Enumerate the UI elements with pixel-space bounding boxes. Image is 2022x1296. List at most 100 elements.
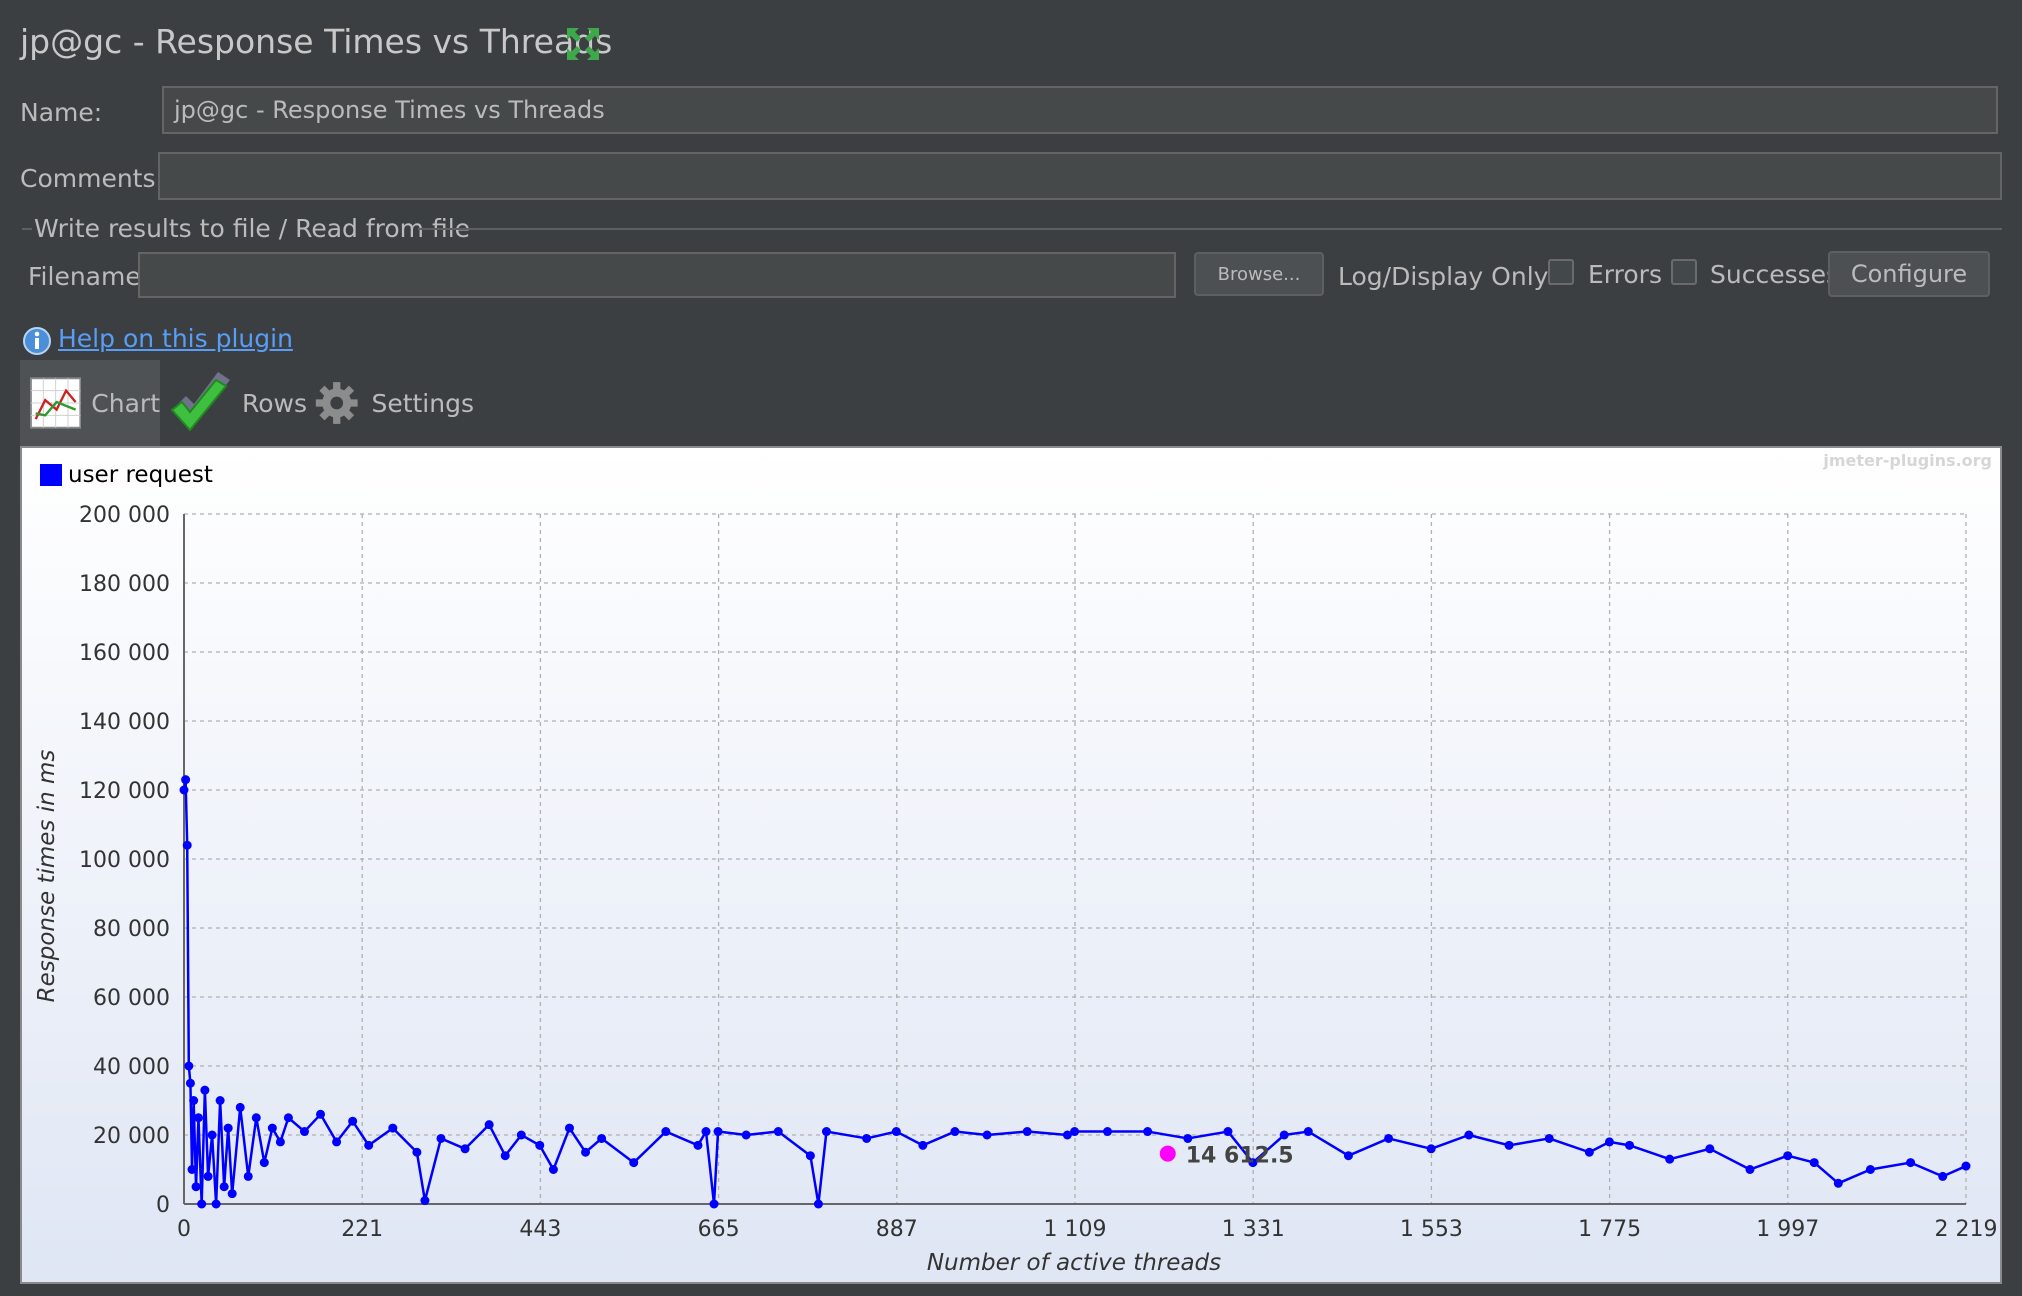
y-tick-label: 20 000 (93, 1124, 170, 1149)
data-point (1544, 1133, 1554, 1143)
comments-field[interactable] (158, 152, 2002, 200)
errors-checkbox[interactable] (1548, 259, 1574, 285)
checkmark-icon (170, 372, 230, 432)
filename-label: Filename (28, 262, 141, 291)
y-tick-label: 80 000 (93, 917, 170, 942)
data-point (713, 1127, 723, 1137)
name-field[interactable]: jp@gc - Response Times vs Threads (162, 86, 1998, 134)
data-point (364, 1140, 374, 1150)
hover-point (1159, 1145, 1176, 1162)
tab-settings-label: Settings (371, 388, 474, 418)
x-tick-label: 2 219 (1935, 1217, 1998, 1242)
data-point (1833, 1178, 1843, 1188)
data-point (227, 1189, 237, 1199)
comments-label: Comments: (20, 164, 164, 193)
errors-label: Errors (1588, 260, 1662, 289)
data-point (420, 1196, 430, 1206)
help-link[interactable]: Help on this plugin (58, 324, 293, 353)
data-point (891, 1127, 901, 1137)
data-point (197, 1199, 207, 1209)
x-tick-label: 1 553 (1400, 1217, 1463, 1242)
y-tick-label: 180 000 (79, 572, 170, 597)
x-tick-label: 0 (177, 1217, 191, 1242)
data-point (773, 1127, 783, 1137)
data-point (1384, 1133, 1394, 1143)
data-point (918, 1140, 928, 1150)
data-point (1906, 1158, 1916, 1168)
data-point (564, 1123, 574, 1133)
x-tick-label: 1 331 (1222, 1217, 1285, 1242)
tab-rows[interactable]: Rows (168, 360, 308, 446)
data-point (275, 1137, 285, 1147)
data-point (283, 1113, 293, 1123)
file-group-legend: Write results to file / Read from file (34, 214, 471, 243)
data-point (1604, 1137, 1614, 1147)
data-point (1143, 1127, 1153, 1137)
tab-rows-label: Rows (242, 388, 308, 418)
data-point (1705, 1144, 1715, 1154)
data-point (484, 1120, 494, 1130)
data-point (179, 785, 189, 795)
configure-button[interactable]: Configure (1828, 251, 1990, 297)
y-tick-label: 140 000 (79, 710, 170, 735)
data-point (862, 1133, 872, 1143)
y-tick-label: 200 000 (79, 503, 170, 528)
tab-chart[interactable]: Chart (20, 360, 160, 446)
data-point (460, 1144, 470, 1154)
info-icon (23, 327, 51, 355)
data-point (436, 1133, 446, 1143)
data-point (1584, 1147, 1594, 1157)
y-axis-label: Response times in ms (34, 750, 60, 1003)
watermark: jmeter-plugins.org (1822, 451, 1992, 470)
successes-checkbox[interactable] (1671, 259, 1697, 285)
x-tick-label: 887 (876, 1217, 918, 1242)
x-tick-label: 1 997 (1756, 1217, 1819, 1242)
gear-icon (315, 382, 358, 424)
data-point (259, 1158, 269, 1168)
name-label: Name: (20, 98, 103, 127)
data-point (207, 1130, 217, 1140)
chart-background (22, 448, 2000, 1282)
data-point (982, 1130, 992, 1140)
data-point (215, 1096, 225, 1105)
data-point (693, 1140, 703, 1150)
data-point (1183, 1133, 1193, 1143)
data-point (412, 1147, 422, 1157)
data-point (1809, 1158, 1819, 1168)
browse-button[interactable]: Browse... (1194, 252, 1324, 296)
data-point (950, 1127, 960, 1137)
data-point (813, 1199, 823, 1209)
data-point (187, 1165, 197, 1174)
data-point (535, 1140, 545, 1150)
data-point (388, 1123, 398, 1133)
data-point (1279, 1130, 1289, 1140)
data-point (629, 1158, 639, 1168)
data-point (181, 775, 191, 785)
data-point (223, 1123, 233, 1133)
tab-settings[interactable]: Settings (314, 360, 474, 446)
group-border-right (418, 228, 2002, 230)
y-tick-label: 100 000 (79, 848, 170, 873)
data-point (709, 1199, 719, 1209)
data-point (1343, 1151, 1353, 1161)
x-tick-label: 221 (341, 1217, 383, 1242)
data-point (203, 1171, 213, 1181)
x-tick-label: 443 (519, 1217, 561, 1242)
data-point (701, 1127, 711, 1137)
expand-icon[interactable] (565, 26, 601, 62)
data-point (185, 1078, 195, 1088)
data-point (1223, 1127, 1233, 1137)
data-point (184, 1061, 194, 1071)
data-point (1665, 1154, 1675, 1164)
chart-icon (30, 377, 82, 429)
filename-field[interactable] (138, 252, 1176, 298)
y-tick-label: 60 000 (93, 986, 170, 1011)
data-point (1464, 1130, 1474, 1140)
data-point (200, 1085, 210, 1095)
data-point (1625, 1140, 1635, 1150)
response-times-chart: jmeter-plugins.org user request 0 20 000 4… (22, 448, 2000, 1282)
data-point (316, 1109, 326, 1119)
data-point (1865, 1165, 1875, 1174)
data-point (516, 1130, 526, 1140)
data-point (211, 1199, 221, 1209)
